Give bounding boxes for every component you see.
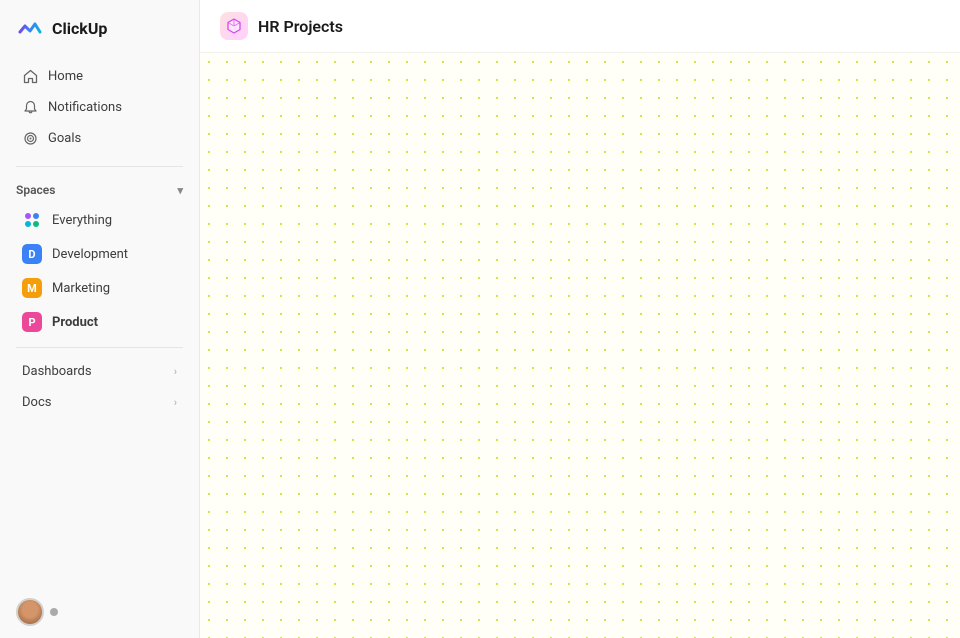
sidebar-item-marketing[interactable]: M Marketing [6,272,193,304]
main-header: HR Projects [200,0,960,53]
spaces-header[interactable]: Spaces ▾ [0,175,199,203]
clickup-logo-icon [16,14,44,42]
sidebar-item-notifications[interactable]: Notifications [6,92,193,122]
product-label: Product [52,315,98,330]
chevron-right-icon: › [174,365,177,378]
avatar-inner [18,600,42,624]
home-label: Home [48,69,83,84]
status-dot [50,608,58,616]
marketing-label: Marketing [52,281,110,296]
sidebar-item-docs[interactable]: Docs › [6,388,193,417]
development-avatar: D [22,244,42,264]
avatar-face [18,600,42,624]
spaces-label: Spaces [16,183,55,197]
user-area[interactable] [0,586,199,638]
sidebar-item-development[interactable]: D Development [6,238,193,270]
divider-1 [16,166,183,167]
app-name: ClickUp [52,19,107,38]
avatar-group [16,598,44,626]
docs-left: Docs [22,395,51,410]
dashboards-left: Dashboards [22,364,92,379]
logo[interactable]: ClickUp [0,0,199,56]
sidebar-item-home[interactable]: Home [6,61,193,91]
bell-icon [22,99,38,115]
marketing-avatar: M [22,278,42,298]
sidebar-item-dashboards[interactable]: Dashboards › [6,357,193,386]
main-nav: Home Notifications Goals [0,56,199,158]
main-content: HR Projects [200,0,960,638]
development-label: Development [52,247,128,262]
everything-label: Everything [52,213,112,228]
avatar [16,598,44,626]
chevron-down-icon: ▾ [177,184,183,197]
dashboards-label: Dashboards [22,364,92,379]
goals-icon [22,130,38,146]
dotted-background [200,53,960,638]
divider-2 [16,347,183,348]
goals-label: Goals [48,131,81,146]
product-avatar: P [22,312,42,332]
sidebar-item-product[interactable]: P Product [6,306,193,338]
sidebar-item-goals[interactable]: Goals [6,123,193,153]
home-icon [22,68,38,84]
sidebar: ClickUp Home Notifications [0,0,200,638]
hr-projects-icon [220,12,248,40]
notifications-label: Notifications [48,100,122,115]
docs-label: Docs [22,395,51,410]
sidebar-item-everything[interactable]: Everything [6,204,193,236]
chevron-right-icon-docs: › [174,396,177,409]
everything-dots-icon [22,210,42,230]
page-title: HR Projects [258,17,343,36]
